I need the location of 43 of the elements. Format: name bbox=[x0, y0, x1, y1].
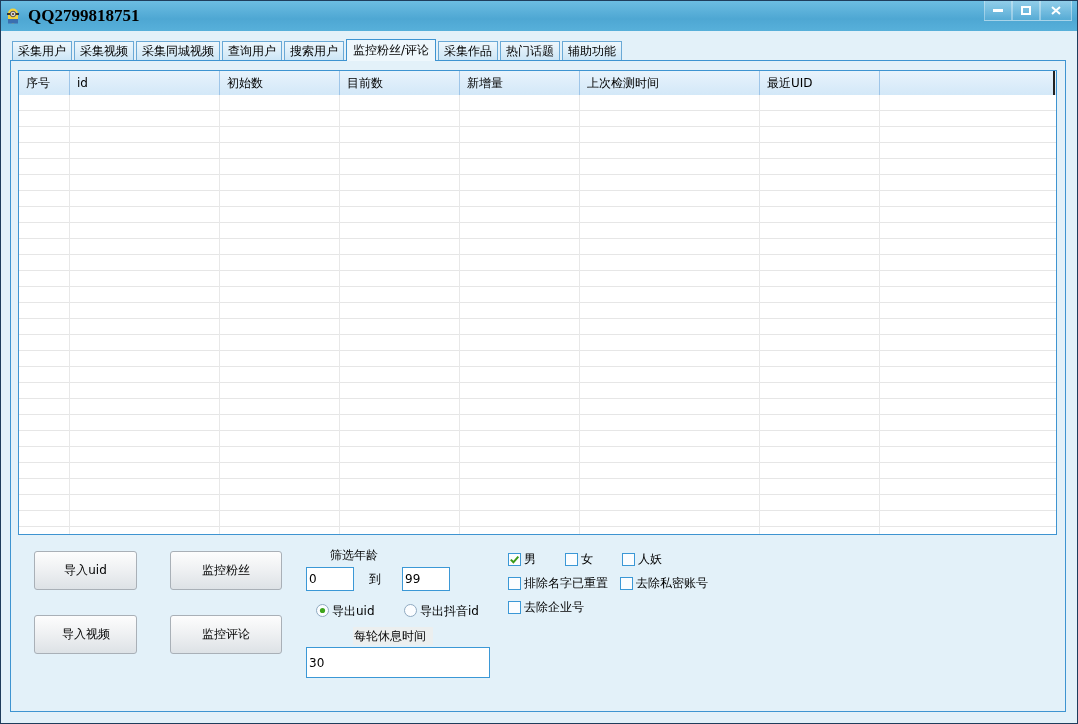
age-filter-label: 筛选年龄 bbox=[329, 547, 379, 563]
checkbox[interactable] bbox=[508, 552, 521, 566]
checkbox[interactable] bbox=[508, 600, 521, 614]
tab[interactable]: 搜索用户 bbox=[284, 41, 344, 60]
checkbox-label: 女 bbox=[581, 551, 593, 567]
minimize-button[interactable] bbox=[984, 1, 1012, 21]
minimize-icon bbox=[993, 9, 1003, 12]
close-button[interactable] bbox=[1040, 1, 1072, 21]
tab[interactable]: 采集视频 bbox=[74, 41, 134, 60]
age-to-field[interactable]: 99 bbox=[402, 567, 450, 591]
checkbox-label: 排除名字已重置 bbox=[524, 575, 608, 591]
checkbox-label: 人妖 bbox=[638, 551, 662, 567]
age-from-field[interactable]: 0 bbox=[306, 567, 354, 591]
action-button[interactable]: 导入视频 bbox=[34, 615, 137, 654]
radio-button[interactable] bbox=[404, 604, 417, 617]
tab[interactable]: 辅助功能 bbox=[562, 41, 623, 60]
range-separator-label: 到 bbox=[369, 570, 381, 588]
checkbox[interactable] bbox=[508, 576, 521, 590]
checkbox[interactable] bbox=[620, 576, 633, 590]
checkbox-label: 男 bbox=[524, 551, 536, 567]
tab[interactable]: 监控粉丝/评论 bbox=[346, 39, 437, 61]
tab[interactable]: 热门话题 bbox=[500, 41, 561, 60]
checkbox[interactable] bbox=[622, 552, 635, 566]
action-button[interactable]: 导入uid bbox=[34, 551, 137, 590]
radio-button[interactable] bbox=[316, 604, 329, 617]
maximize-icon bbox=[1021, 6, 1031, 15]
maximize-button[interactable] bbox=[1012, 1, 1040, 21]
tab[interactable]: 采集作品 bbox=[438, 41, 499, 60]
cartoon-figure-icon bbox=[5, 8, 21, 24]
rest-time-field[interactable]: 30 bbox=[306, 647, 490, 678]
radio-label: 导出抖音id bbox=[420, 602, 479, 619]
action-button[interactable]: 监控评论 bbox=[170, 615, 282, 654]
action-button[interactable]: 监控粉丝 bbox=[170, 551, 282, 590]
window-title: QQ2799818751 bbox=[28, 6, 140, 26]
tab[interactable]: 查询用户 bbox=[222, 41, 282, 60]
tab[interactable]: 采集用户 bbox=[12, 41, 72, 60]
radio-label: 导出uid bbox=[332, 602, 375, 619]
close-icon bbox=[1051, 6, 1061, 15]
checkbox-label: 去除企业号 bbox=[524, 599, 584, 615]
rest-time-label: 每轮休息时间 bbox=[353, 627, 433, 645]
checkbox[interactable] bbox=[565, 552, 578, 566]
tab[interactable]: 采集同城视频 bbox=[136, 41, 220, 60]
checkbox-label: 去除私密账号 bbox=[636, 575, 708, 591]
